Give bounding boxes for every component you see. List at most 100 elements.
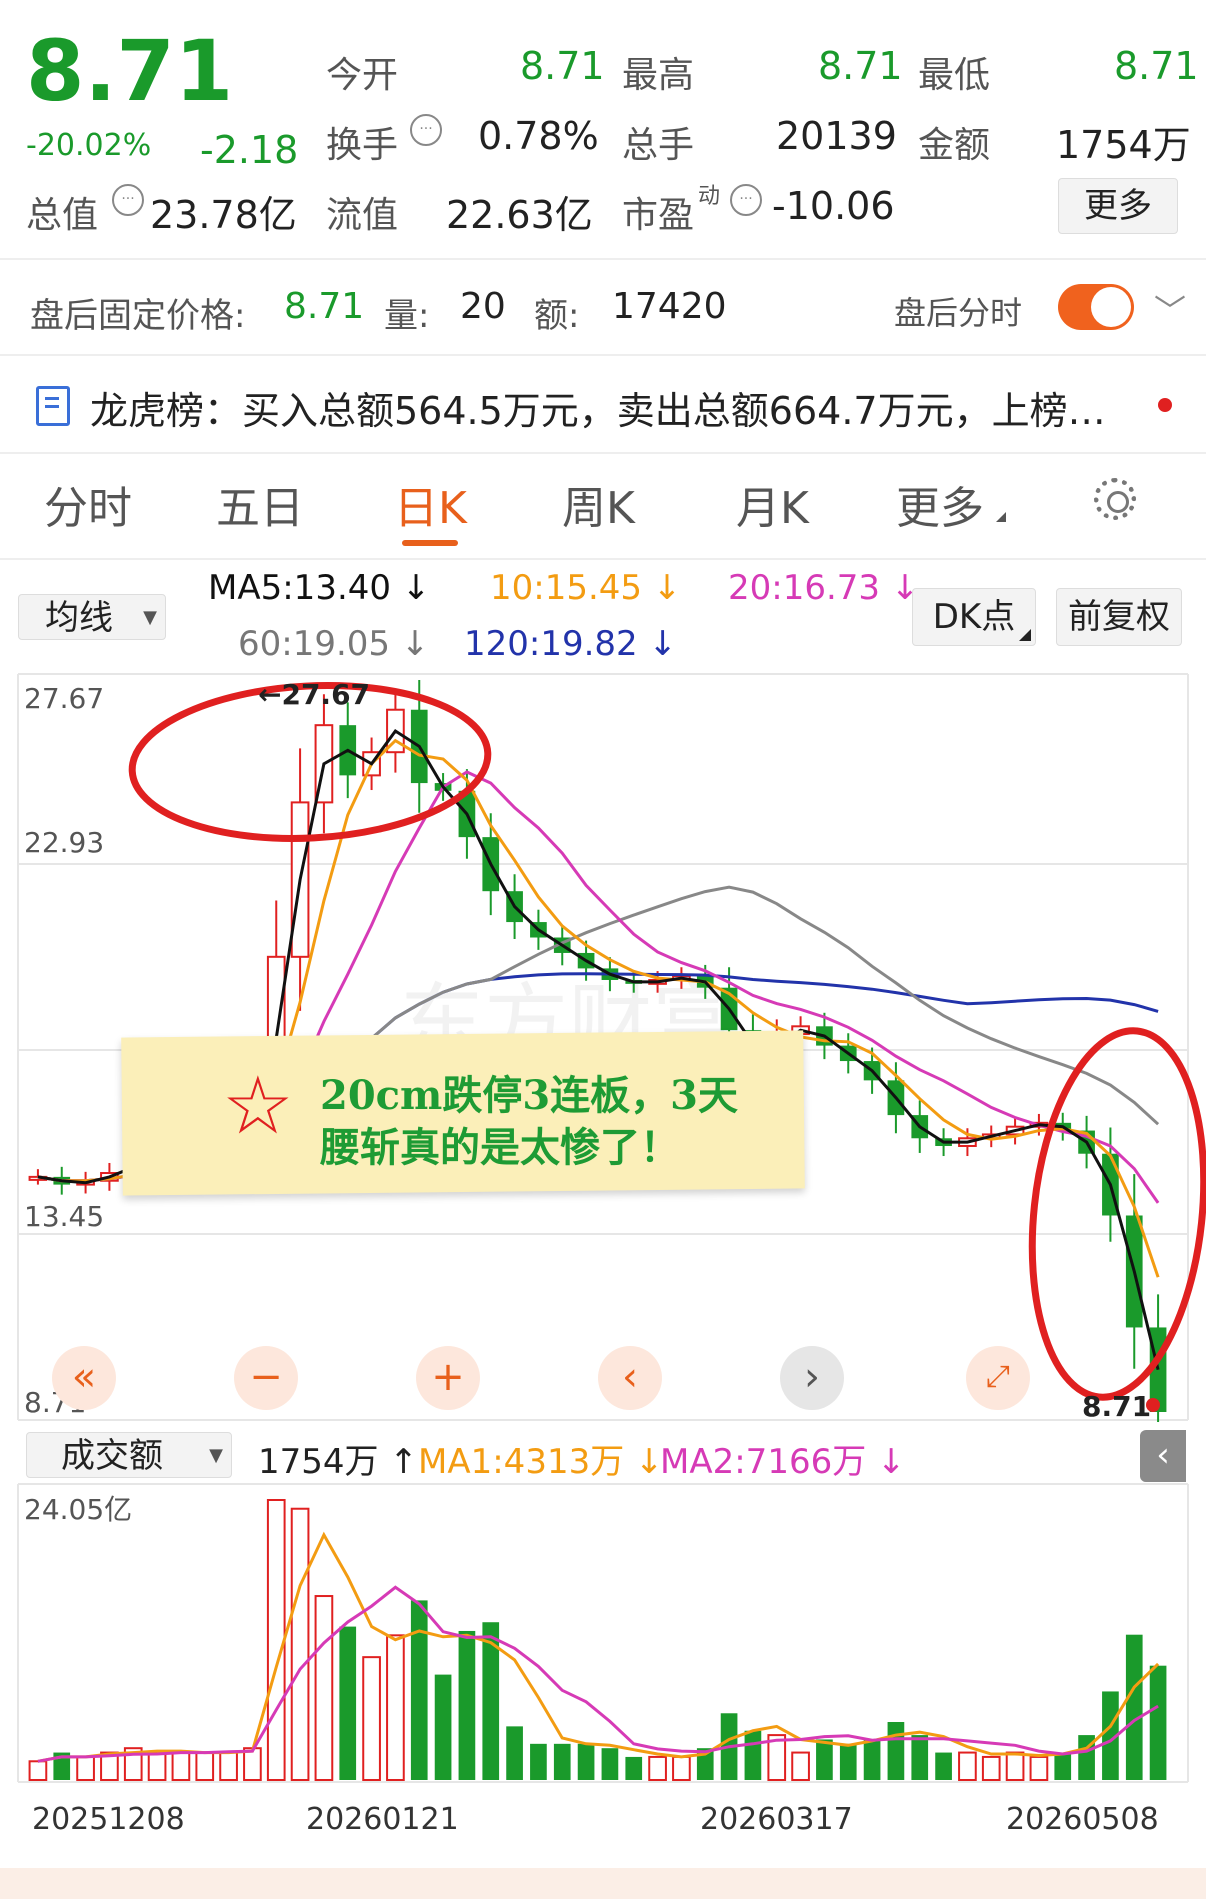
low-value: 8.71 bbox=[1114, 44, 1199, 88]
volume-indicator-select[interactable]: 成交额 ▼ bbox=[26, 1432, 232, 1478]
volume-bar bbox=[290, 1507, 310, 1782]
volume-bar bbox=[887, 1722, 905, 1780]
change-amount: -2.18 bbox=[200, 128, 299, 172]
after-hours-price: 8.71 bbox=[284, 286, 365, 327]
date-label: 20251208 bbox=[32, 1802, 185, 1837]
price-axis-label: 13.45 bbox=[24, 1200, 105, 1233]
after-hours-amount-label: 额: bbox=[534, 296, 580, 336]
ma120-value: 120:19.82 ↓ bbox=[464, 624, 677, 664]
total-cap-label: 总值 bbox=[26, 195, 99, 236]
volume-bar bbox=[1149, 1665, 1167, 1780]
volume-bar bbox=[530, 1743, 547, 1780]
dropdown-arrow-icon: ▼ bbox=[143, 607, 157, 628]
indicator-select-label: 均线 bbox=[45, 598, 113, 638]
amount-value: 1754万 bbox=[1056, 123, 1191, 167]
more-triangle-icon bbox=[996, 512, 1006, 522]
tab-more[interactable]: 更多 bbox=[896, 472, 984, 536]
total-cap-info-icon[interactable]: ··· bbox=[112, 184, 144, 216]
volume-bar bbox=[434, 1674, 452, 1780]
volume-bar bbox=[816, 1739, 833, 1780]
volume-label: 总手 bbox=[622, 125, 695, 166]
dk-point-label: DK点 bbox=[932, 597, 1016, 637]
volume-ma1: MA1:4313万 ↓ bbox=[418, 1442, 664, 1482]
after-hours-amount: 17420 bbox=[612, 286, 727, 327]
chevron-down-icon[interactable]: ﹀ bbox=[1154, 286, 1186, 332]
high-label: 最高 bbox=[622, 55, 695, 96]
right-icon[interactable]: › bbox=[780, 1346, 844, 1410]
ma20-value: 20:16.73 ↓ bbox=[728, 568, 920, 608]
divider bbox=[0, 258, 1206, 260]
annotation-text: 20cm跌停3连板，3天 腰斩真的是太惨了！ bbox=[320, 1070, 738, 1174]
zoom-out-icon[interactable]: − bbox=[234, 1346, 298, 1410]
volume-bar bbox=[458, 1630, 476, 1780]
collapse-tab[interactable]: ‹ bbox=[1140, 1430, 1186, 1482]
more-quote-button[interactable]: 更多 bbox=[1058, 178, 1178, 234]
high-price-marker: ←27.67 bbox=[258, 678, 371, 711]
zoom-in-icon[interactable]: + bbox=[416, 1346, 480, 1410]
volume-bar bbox=[935, 1752, 952, 1780]
price-axis-label: 27.67 bbox=[24, 682, 105, 715]
volume-bar bbox=[195, 1751, 215, 1782]
pe-superscript: 动 bbox=[698, 184, 721, 209]
price-axis-label: 22.93 bbox=[24, 826, 105, 859]
high-value: 8.71 bbox=[818, 44, 903, 88]
adjust-button[interactable]: 前复权 bbox=[1056, 588, 1182, 646]
divider bbox=[0, 452, 1206, 454]
tab-five-day[interactable]: 五日 bbox=[216, 472, 304, 536]
pe-info-icon[interactable]: ··· bbox=[730, 184, 762, 216]
toggle-knob bbox=[1091, 287, 1131, 327]
volume-ma1-line bbox=[37, 1531, 1160, 1763]
divider bbox=[0, 354, 1206, 356]
high-price-value: 27.67 bbox=[281, 678, 371, 711]
volume-bar bbox=[672, 1755, 691, 1782]
low-label: 最低 bbox=[918, 55, 991, 96]
amount-label: 金额 bbox=[918, 125, 991, 166]
annotation-line: 20cm跌停3连板，3天 bbox=[320, 1072, 739, 1119]
volume-bar bbox=[266, 1499, 286, 1781]
volume-current: 1754万 ↑ bbox=[258, 1442, 418, 1482]
last-price-dot bbox=[1146, 1398, 1160, 1412]
float-cap-label: 流值 bbox=[326, 195, 399, 236]
expand-icon[interactable]: ⤢ bbox=[966, 1346, 1030, 1410]
tab-intraday[interactable]: 分时 bbox=[44, 472, 132, 536]
after-hours-volume-label: 量: bbox=[384, 296, 430, 336]
float-cap-value: 22.63亿 bbox=[446, 193, 593, 237]
gear-icon[interactable] bbox=[1094, 478, 1136, 520]
tab-monthly-k[interactable]: 月K bbox=[736, 472, 809, 536]
after-hours-toggle[interactable] bbox=[1058, 284, 1134, 330]
volume-bar bbox=[362, 1656, 381, 1781]
divider bbox=[0, 558, 1206, 560]
dragon-tiger-summary[interactable]: 龙虎榜：买入总额564.5万元，卖出总额664.7万元，上榜… bbox=[90, 380, 1130, 435]
tab-daily-k[interactable]: 日K bbox=[394, 472, 467, 536]
pe-label: 市盈 bbox=[622, 195, 695, 236]
volume-bar bbox=[625, 1756, 643, 1780]
volume-bar bbox=[219, 1751, 238, 1782]
turnover-info-icon[interactable]: ··· bbox=[410, 114, 442, 146]
volume-bar bbox=[648, 1755, 667, 1782]
volume-bar bbox=[314, 1595, 334, 1782]
volume-ma2-line bbox=[37, 1585, 1159, 1763]
after-hours-volume: 20 bbox=[460, 286, 506, 327]
ma60-value: 60:19.05 ↓ bbox=[238, 624, 430, 664]
bottom-bar bbox=[0, 1868, 1206, 1899]
tab-weekly-k[interactable]: 周K bbox=[562, 472, 635, 536]
date-label: 20260508 bbox=[1006, 1802, 1159, 1837]
volume-indicator-label: 成交额 bbox=[61, 1436, 163, 1476]
volume-chart[interactable] bbox=[0, 1482, 1206, 1792]
double-left-icon[interactable]: « bbox=[52, 1346, 116, 1410]
dk-point-button[interactable]: DK点 bbox=[912, 588, 1036, 646]
annotation-line: 腰斩真的是太惨了！ bbox=[320, 1124, 680, 1171]
document-icon bbox=[36, 386, 70, 426]
left-icon[interactable]: ‹ bbox=[598, 1346, 662, 1410]
volume-bar bbox=[410, 1600, 428, 1780]
volume-bar bbox=[601, 1748, 619, 1780]
turnover-label: 换手 bbox=[326, 125, 399, 166]
indicator-select[interactable]: 均线 ▼ bbox=[18, 594, 166, 640]
ma5-value: MA5:13.40 ↓ bbox=[208, 568, 431, 608]
star-doodle-icon: ☆ bbox=[222, 1059, 294, 1152]
open-label: 今开 bbox=[326, 55, 399, 96]
volume-bar bbox=[76, 1755, 95, 1782]
last-price: 8.71 bbox=[26, 22, 234, 120]
volume-bar bbox=[1029, 1755, 1049, 1782]
volume-bars bbox=[28, 1499, 1167, 1782]
